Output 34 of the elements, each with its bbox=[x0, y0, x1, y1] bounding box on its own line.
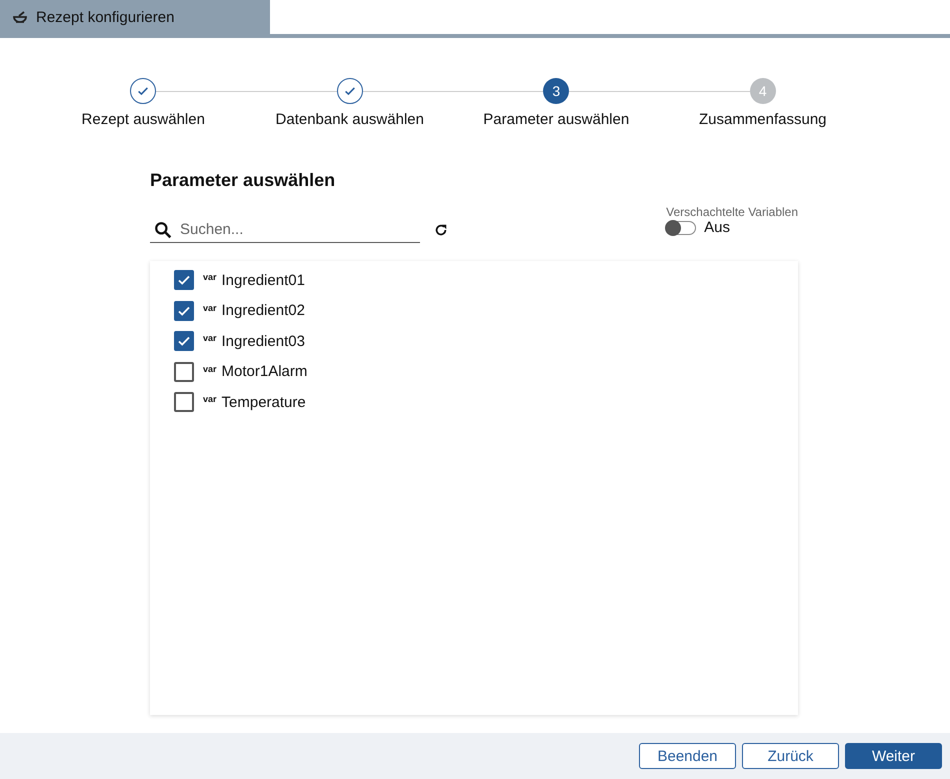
search-field[interactable]: Suchen... bbox=[178, 220, 402, 239]
step-label: Datenbank auswählen bbox=[276, 111, 424, 128]
window-title: Rezept konfigurieren bbox=[36, 8, 174, 26]
variable-type-tag: var bbox=[203, 302, 217, 313]
nested-variables-switch[interactable] bbox=[666, 220, 696, 234]
refresh-icon[interactable] bbox=[434, 223, 448, 237]
toggle-state: Aus bbox=[704, 219, 730, 236]
variable-name: Ingredient02 bbox=[222, 302, 305, 320]
step-number: 3 bbox=[543, 78, 570, 104]
variable-type-tag: var bbox=[203, 272, 217, 282]
checkbox[interactable] bbox=[174, 392, 194, 412]
footer-button[interactable]: Beenden bbox=[639, 743, 736, 769]
bowl-icon bbox=[12, 9, 28, 25]
footer-button[interactable]: Zurück bbox=[742, 743, 839, 769]
toggle-label: Verschachtelte Variablen bbox=[666, 205, 798, 219]
variable-name: Motor1Alarm bbox=[222, 363, 308, 380]
checkbox[interactable] bbox=[174, 300, 194, 321]
step-label: Parameter auswählen bbox=[483, 111, 630, 128]
variable-type-tag: var bbox=[203, 333, 217, 344]
checkbox[interactable] bbox=[174, 270, 194, 290]
variable-type-tag: var bbox=[203, 394, 217, 404]
variable-name: Temperature bbox=[222, 394, 306, 411]
step-number: 4 bbox=[750, 78, 776, 104]
variable-name: Ingredient03 bbox=[222, 332, 305, 350]
step-label: Rezept auswählen bbox=[82, 111, 205, 128]
checkbox[interactable] bbox=[174, 331, 194, 352]
next-button[interactable]: Weiter bbox=[845, 743, 942, 769]
variable-name: Ingredient01 bbox=[222, 272, 305, 289]
section-heading: Parameter auswählen bbox=[150, 170, 336, 191]
variable-type-tag: var bbox=[203, 364, 217, 374]
search-icon bbox=[154, 220, 172, 238]
window-tab[interactable]: Rezept konfigurieren bbox=[0, 0, 270, 34]
step-label: Zusammenfassung bbox=[698, 111, 827, 128]
checkbox[interactable] bbox=[174, 362, 194, 382]
